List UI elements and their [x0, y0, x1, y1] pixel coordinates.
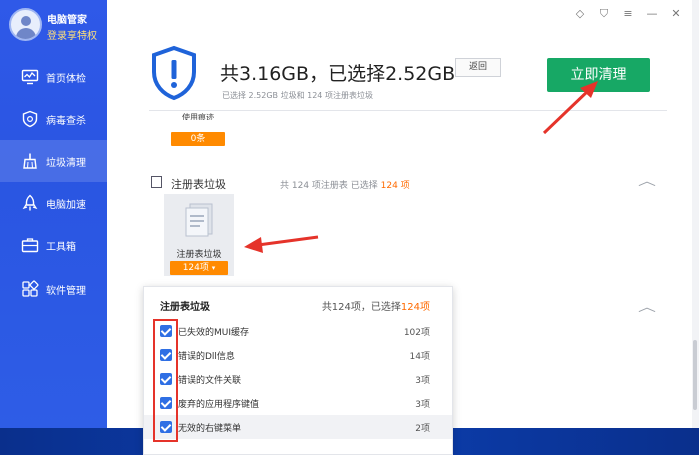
sidebar-item-virus-scan[interactable]: 病毒查杀 [0, 98, 107, 140]
login-link[interactable]: 登录享特权 [47, 27, 97, 42]
registry-count: 124项 [182, 263, 209, 273]
close-icon[interactable]: ✕ [670, 7, 682, 21]
registry-stats-selected: 124 项 [380, 181, 410, 191]
list-item[interactable]: 废弃的应用程序键值 3项 [144, 391, 452, 415]
sidebar-item-label: 病毒查杀 [46, 115, 86, 127]
chevron-down-icon: ▾ [211, 264, 216, 272]
skin-icon[interactable]: ◇ [574, 7, 586, 21]
registry-section-stats: 共 124 项注册表 已选择 124 项 [280, 178, 410, 191]
item-count: 102项 [403, 328, 430, 338]
avatar-body [16, 28, 36, 39]
popup-summary: 共124项，已选择124项 [322, 298, 430, 313]
sidebar-item-label: 电脑加速 [46, 199, 86, 211]
summary-detail: 已选择 2.52GB 垃圾和 124 项注册表垃圾 [222, 91, 373, 100]
sidebar-item-speedup[interactable]: 电脑加速 [0, 182, 107, 224]
registry-stats-prefix: 共 124 项注册表 已选择 [280, 181, 378, 191]
sidebar-item-label: 首页体检 [46, 73, 86, 85]
back-button[interactable]: 返回 [455, 58, 501, 77]
item-count: 14项 [409, 352, 430, 362]
registry-card-label: 注册表垃圾 [176, 250, 222, 260]
summary-headline: 共3.16GB，已选择2.52GB [220, 63, 456, 85]
sidebar-item-label: 软件管理 [46, 285, 86, 297]
collapse-chevron-icon[interactable]: ︿ [638, 172, 656, 189]
item-name: 错误的文件关联 [178, 376, 242, 386]
sidebar-item-label: 垃圾清理 [46, 157, 86, 169]
toolbox-icon [21, 238, 39, 253]
item-name: 已失效的MUI缓存 [178, 328, 250, 338]
list-item[interactable]: 已失效的MUI缓存 102项 [144, 319, 452, 343]
brand-name: 电脑管家 [47, 15, 87, 26]
list-item[interactable]: 错误的文件关联 3项 [144, 367, 452, 391]
popup-summary-prefix: 共124项，已选择 [321, 302, 401, 313]
sidebar-item-software[interactable]: 软件管理 [0, 268, 107, 310]
menu-icon[interactable]: ≡ [622, 7, 634, 21]
registry-card[interactable]: 注册表垃圾 124项 ▾ [164, 194, 234, 276]
trace-card[interactable]: 使用痕迹 0条 [171, 112, 225, 148]
sidebar-item-junk-clean[interactable]: 垃圾清理 [0, 140, 107, 182]
sidebar-item-home-check[interactable]: 首页体检 [0, 56, 107, 98]
apps-icon [22, 280, 39, 297]
scrollbar-thumb[interactable] [693, 340, 697, 410]
item-name: 错误的Dll信息 [178, 352, 235, 362]
collapse-chevron-icon-2[interactable]: ︿ [638, 298, 656, 315]
minimize-icon[interactable]: — [646, 7, 658, 21]
item-count: 2项 [415, 424, 430, 434]
registry-section-icon [151, 176, 162, 188]
shirt-icon[interactable]: ⛉ [598, 7, 610, 21]
shield-bug-icon [22, 110, 38, 128]
popup-summary-selected: 124项 [400, 302, 430, 313]
document-icon [185, 203, 213, 237]
list-item[interactable]: 无效的右键菜单 2项 [144, 415, 452, 439]
checkbox-highlight-box [153, 319, 178, 442]
trace-count-badge: 0条 [171, 132, 225, 146]
registry-detail-popup: 注册表垃圾 共124项，已选择124项 已失效的MUI缓存 102项 错误的Dl… [143, 286, 453, 455]
item-name: 废弃的应用程序键值 [178, 400, 260, 410]
registry-count-dropdown[interactable]: 124项 ▾ [170, 261, 228, 275]
sidebar-item-label: 工具箱 [46, 241, 76, 253]
sidebar-item-toolbox[interactable]: 工具箱 [0, 224, 107, 266]
app-window: 电脑管家 登录享特权 首页体检 病毒查杀 垃圾清理 电脑加速 工具箱 软件管理 … [0, 0, 699, 455]
item-count: 3项 [415, 400, 430, 410]
monitor-icon [21, 69, 39, 85]
item-name: 无效的右键菜单 [178, 424, 242, 434]
warning-shield-icon [152, 45, 196, 101]
item-count: 3项 [415, 376, 430, 386]
rocket-icon [22, 194, 38, 211]
avatar-head [21, 16, 31, 26]
trace-card-label: 使用痕迹 [182, 113, 214, 120]
window-controls: ◇ ⛉ ≡ — ✕ [574, 7, 682, 21]
registry-section-title: 注册表垃圾 [171, 178, 226, 191]
popup-title: 注册表垃圾 [160, 302, 210, 313]
clean-now-button[interactable]: 立即清理 [547, 58, 650, 92]
avatar[interactable] [9, 8, 42, 41]
profile-area[interactable]: 电脑管家 登录享特权 [0, 0, 107, 50]
divider [149, 110, 667, 111]
list-item[interactable]: 错误的Dll信息 14项 [144, 343, 452, 367]
broom-icon [23, 153, 37, 169]
sidebar: 电脑管家 登录享特权 首页体检 病毒查杀 垃圾清理 电脑加速 工具箱 软件管理 [0, 0, 107, 430]
